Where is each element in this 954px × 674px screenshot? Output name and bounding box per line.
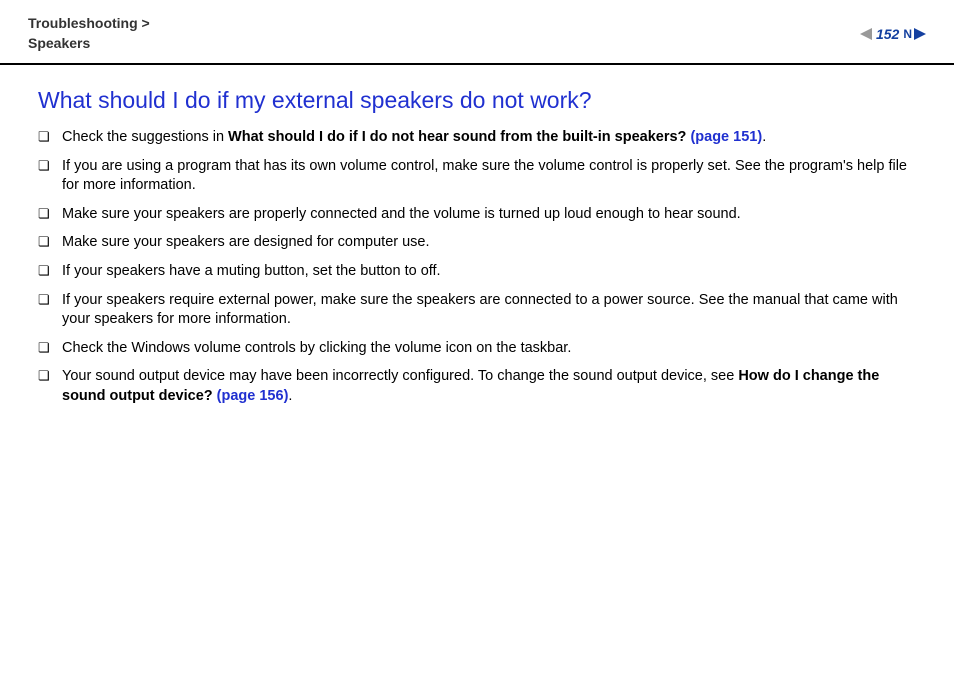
item-prefix: Your sound output device may have been i… bbox=[62, 368, 738, 384]
list-item: Make sure your speakers are properly con… bbox=[38, 205, 916, 225]
page-link[interactable]: (page 151) bbox=[690, 129, 762, 145]
list-item: If your speakers require external power,… bbox=[38, 291, 916, 330]
list-item: If your speakers have a muting button, s… bbox=[38, 262, 916, 282]
list-item: If you are using a program that has its … bbox=[38, 157, 916, 196]
page-navigation: 152 N bbox=[860, 14, 926, 42]
item-prefix: Check the suggestions in bbox=[62, 129, 228, 145]
arrow-left-icon[interactable] bbox=[860, 28, 872, 40]
item-suffix: . bbox=[762, 129, 766, 145]
item-bold: What should I do if I do not hear sound … bbox=[228, 129, 690, 145]
breadcrumb-line2: Speakers bbox=[28, 34, 150, 54]
content-area: What should I do if my external speakers… bbox=[0, 65, 954, 435]
page-number: 152 bbox=[876, 26, 899, 42]
n-label: N bbox=[903, 27, 912, 41]
list-item: Check the Windows volume controls by cli… bbox=[38, 339, 916, 359]
arrow-right-icon[interactable] bbox=[914, 28, 926, 40]
bullet-list: Check the suggestions in What should I d… bbox=[38, 128, 916, 406]
list-item: Check the suggestions in What should I d… bbox=[38, 128, 916, 148]
content-heading: What should I do if my external speakers… bbox=[38, 87, 916, 114]
item-suffix: . bbox=[288, 388, 292, 404]
breadcrumb: Troubleshooting > Speakers bbox=[28, 14, 150, 53]
page-link[interactable]: (page 156) bbox=[217, 388, 289, 404]
list-item: Your sound output device may have been i… bbox=[38, 367, 916, 406]
list-item: Make sure your speakers are designed for… bbox=[38, 233, 916, 253]
breadcrumb-line1: Troubleshooting > bbox=[28, 14, 150, 34]
page-header: Troubleshooting > Speakers 152 N bbox=[0, 0, 954, 65]
